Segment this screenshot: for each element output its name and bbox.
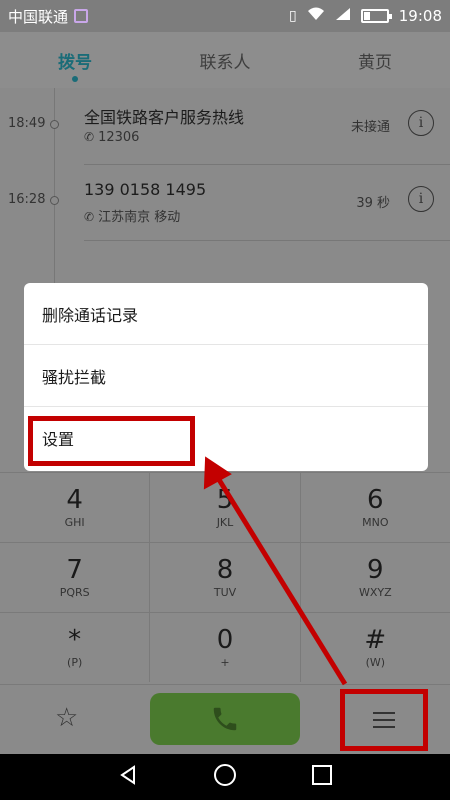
key-star[interactable]: * (P) [0, 613, 151, 682]
key-letters: (W) [365, 656, 386, 669]
key-letters: (P) [67, 656, 83, 669]
key-5[interactable]: 5 JKL [150, 473, 301, 542]
call-time: 18:49 [8, 116, 46, 131]
highlight-settings-box [28, 416, 195, 466]
menu-item-delete-call-log[interactable]: 删除通话记录 [24, 283, 428, 345]
call-detail-text: 12306 [98, 130, 140, 145]
row-divider [84, 240, 450, 241]
key-digit: * [68, 625, 82, 655]
info-icon[interactable]: i [408, 186, 434, 212]
call-name: 139 0158 1495 [84, 180, 207, 199]
key-letters: GHI [64, 516, 85, 529]
dialpad-row: 7 PQRS 8 TUV 9 WXYZ [0, 542, 450, 612]
dialpad-row: 4 GHI 5 JKL 6 MNO [0, 472, 450, 542]
favorites-star-icon[interactable]: ☆ [55, 703, 78, 733]
key-digit: 0 [216, 625, 234, 655]
key-letters: WXYZ [358, 586, 392, 599]
back-icon[interactable] [117, 764, 139, 790]
call-time: 16:28 [8, 192, 46, 207]
sim-card-icon [74, 9, 89, 23]
call-detail: ✆ 江苏南京 移动 [84, 206, 180, 225]
carrier-name: 中国联通 [8, 7, 69, 26]
key-digit: 6 [367, 485, 384, 515]
key-hash[interactable]: # (W) [301, 613, 450, 682]
call-name: 全国铁路客户服务热线 [84, 108, 245, 127]
tab-contacts[interactable]: 联系人 [150, 32, 300, 88]
tab-bar: 拨号 联系人 黄页 [0, 32, 450, 88]
signal-icon [335, 7, 351, 25]
key-digit: 4 [66, 485, 83, 515]
dialpad: 4 GHI 5 JKL 6 MNO 7 PQRS 8 TUV 9 WXYZ * (P) 0 + … [0, 472, 450, 684]
key-digit: # [364, 625, 387, 655]
tab-dialer[interactable]: 拨号 [0, 32, 150, 88]
dialpad-row: * (P) 0 + # (W) [0, 612, 450, 682]
menu-item-harassment-block[interactable]: 骚扰拦截 [24, 345, 428, 407]
phone-small-icon: ✆ [84, 130, 95, 144]
key-6[interactable]: 6 MNO [301, 473, 450, 542]
wifi-icon [307, 7, 325, 25]
menu-icon [373, 712, 395, 728]
action-bar: ☆ [0, 684, 450, 754]
call-log-row[interactable]: 18:49 全国铁路客户服务热线 ✆ 12306 未接通 i [0, 88, 450, 164]
phone-small-icon: ✆ [84, 210, 95, 224]
call-detail-text: 江苏南京 移动 [98, 210, 181, 225]
phone-icon [213, 707, 237, 731]
info-icon[interactable]: i [408, 110, 434, 136]
status-bar: 中国联通 ▯ 19:08 [0, 0, 450, 32]
timeline-dot [50, 196, 59, 205]
clock: 19:08 [398, 7, 442, 25]
key-8[interactable]: 8 TUV [150, 543, 301, 612]
key-letters: MNO [362, 516, 389, 529]
tab-yellow-pages[interactable]: 黄页 [300, 32, 450, 88]
key-4[interactable]: 4 GHI [0, 473, 151, 542]
key-letters: JKL [216, 516, 234, 529]
home-icon[interactable] [213, 763, 237, 791]
key-digit: 8 [216, 555, 234, 585]
call-button[interactable] [150, 693, 300, 745]
key-7[interactable]: 7 PQRS [0, 543, 151, 612]
timeline-dot [50, 120, 59, 129]
system-nav-bar [0, 754, 450, 800]
key-digit: 9 [367, 555, 384, 585]
menu-button[interactable] [340, 689, 428, 751]
call-log-row[interactable]: 16:28 139 0158 1495 ✆ 江苏南京 移动 39 秒 i [0, 164, 450, 240]
key-letters: + [220, 656, 230, 669]
vibrate-icon: ▯ [289, 8, 297, 24]
call-detail: ✆ 12306 [84, 130, 139, 145]
key-9[interactable]: 9 WXYZ [301, 543, 450, 612]
key-letters: TUV [213, 586, 237, 599]
key-digit: 5 [216, 485, 234, 515]
battery-icon [360, 9, 392, 23]
key-0[interactable]: 0 + [150, 613, 301, 682]
key-digit: 7 [66, 555, 83, 585]
recent-apps-icon[interactable] [311, 764, 333, 790]
key-letters: PQRS [59, 586, 90, 599]
call-status: 未接通 [350, 120, 390, 135]
call-status: 39 秒 [356, 196, 390, 211]
